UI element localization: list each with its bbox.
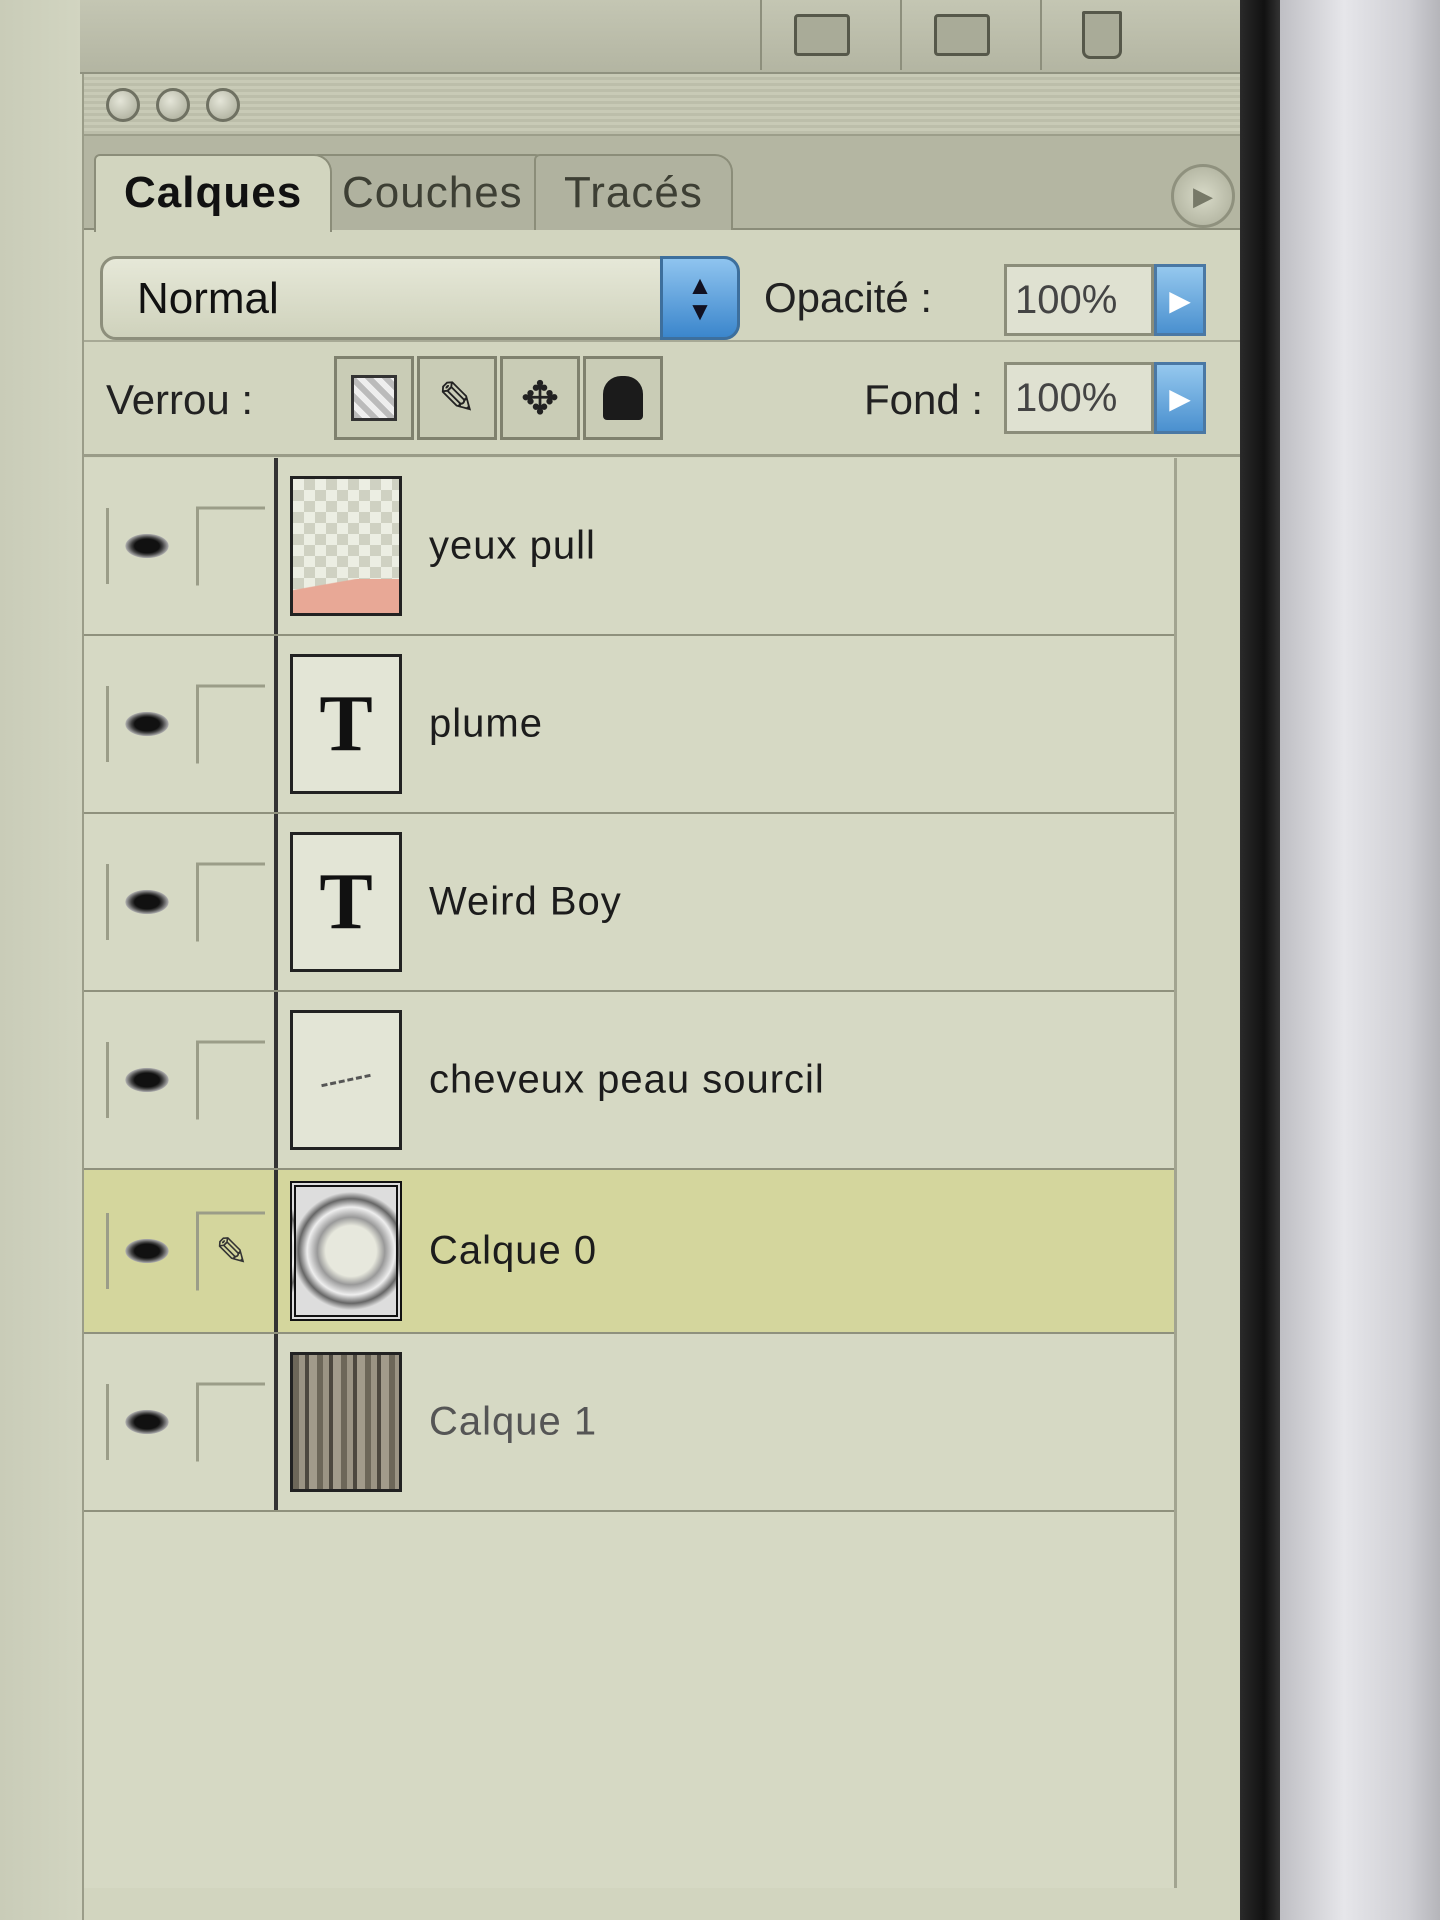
padlock-icon [603,376,643,420]
opacity-label: Opacité : [764,274,933,321]
layer-row[interactable]: yeux pull [84,458,1174,636]
panel-titlebar[interactable] [84,74,1249,136]
text-layer-thumbnail: T [290,832,402,972]
eye-icon [122,1237,172,1265]
minimize-button[interactable] [156,88,190,122]
monitor-bezel [1240,0,1280,1920]
layer-name: cheveux peau sourcil [429,1057,825,1102]
link-toggle[interactable] [196,1040,265,1120]
opacity-slider-button[interactable]: ▶ [1154,264,1206,336]
eye-icon [122,710,172,738]
visibility-toggle[interactable] [106,1042,185,1118]
background-left [0,0,90,1920]
layer-row[interactable]: T Weird Boy [84,814,1174,992]
layer-name: Calque 1 [429,1399,598,1444]
lock-row: Verrou : ✎ ✥ Fond : 100% ▶ [84,342,1249,457]
layer-name: plume [429,701,543,746]
layer-thumbnail [290,476,402,616]
fill-field[interactable]: 100% [1004,362,1154,434]
tab-calques[interactable]: Calques [94,154,333,232]
link-toggle[interactable]: ✎ [196,1211,265,1291]
brush-icon: ✎ [437,372,477,424]
layer-row[interactable]: cheveux peau sourcil [84,992,1174,1170]
move-icon: ✥ [520,372,560,424]
link-toggle[interactable] [196,506,265,586]
visibility-toggle[interactable] [106,1213,185,1289]
layer-row[interactable]: T plume [84,636,1174,814]
snapshot-button[interactable] [900,0,1022,70]
lock-transparency-button[interactable] [334,356,414,440]
text-layer-thumbnail: T [290,654,402,794]
layer-name: Weird Boy [429,879,622,924]
layer-thumbnail [290,1181,402,1321]
link-toggle[interactable] [196,1382,265,1462]
triangle-right-icon: ▶ [1169,284,1191,316]
text-layer-icon: T [319,679,373,768]
tab-couches[interactable]: Couches [312,154,553,230]
panel-menu-button[interactable]: ▶ [1171,164,1235,228]
blend-mode-value: Normal [137,274,279,323]
eye-icon [122,1066,172,1094]
triangle-right-icon: ▶ [1193,180,1213,211]
tab-traces[interactable]: Tracés [534,154,733,230]
layer-name: yeux pull [429,523,596,568]
lock-pixels-button[interactable]: ✎ [417,356,497,440]
triangle-right-icon: ▶ [1169,382,1191,414]
layer-thumbnail [290,1352,402,1492]
eye-icon [122,1408,172,1436]
visibility-toggle[interactable] [106,864,185,940]
visibility-toggle[interactable] [106,686,185,762]
link-toggle[interactable] [196,684,265,764]
link-toggle[interactable] [196,862,265,942]
blend-mode-select[interactable]: Normal ▲ ▼ [100,256,740,340]
select-stepper-icon: ▲ ▼ [660,256,740,340]
layers-panel: Calques Couches Tracés ▶ Normal ▲ ▼ Opaci… [82,74,1249,1920]
text-layer-icon: T [319,857,373,946]
delete-button[interactable] [1040,0,1162,70]
fill-label: Fond : [864,376,984,423]
layer-row[interactable]: Calque 1 [84,1334,1174,1512]
fill-slider-button[interactable]: ▶ [1154,362,1206,434]
panel-tabs: Calques Couches Tracés ▶ [84,136,1249,232]
lock-all-button[interactable] [583,356,663,440]
new-window-button[interactable] [760,0,882,70]
trash-icon [1082,11,1122,59]
blend-row: Normal ▲ ▼ Opacité : 100% ▶ [84,230,1249,342]
brush-icon: ✎ [215,1230,249,1275]
new-window-icon [794,14,850,56]
visibility-toggle[interactable] [106,1384,185,1460]
camera-icon [934,14,990,56]
lock-position-button[interactable]: ✥ [500,356,580,440]
eye-icon [122,888,172,916]
zoom-button[interactable] [206,88,240,122]
eye-icon [122,532,172,560]
close-button[interactable] [106,88,140,122]
layers-list: yeux pull T plume T Weird Boy cheveux pe… [84,458,1177,1888]
layer-row-selected[interactable]: ✎ Calque 0 [84,1170,1174,1334]
panel-toolbar [80,0,1250,74]
monitor-frame [1280,0,1440,1920]
lock-label: Verrou : [106,376,254,423]
opacity-field[interactable]: 100% [1004,264,1154,336]
transparency-lock-icon [351,375,397,421]
layer-name: Calque 0 [429,1228,598,1273]
layer-thumbnail [290,1010,402,1150]
visibility-toggle[interactable] [106,508,185,584]
